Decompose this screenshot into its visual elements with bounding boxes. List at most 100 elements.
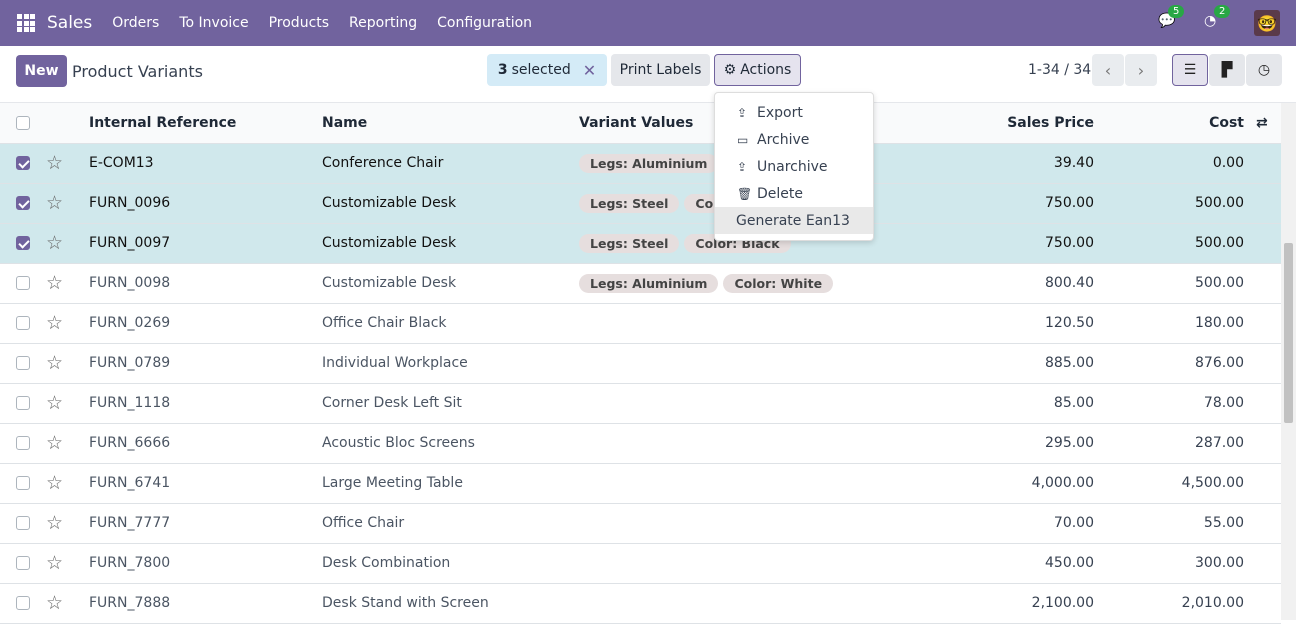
internal-reference: FURN_0789 xyxy=(89,343,322,384)
star-icon[interactable]: ☆ xyxy=(46,232,63,254)
star-icon[interactable]: ☆ xyxy=(46,432,63,454)
star-icon[interactable]: ☆ xyxy=(46,272,63,294)
row-checkbox[interactable] xyxy=(16,276,30,290)
star-icon[interactable]: ☆ xyxy=(46,312,63,334)
table-row[interactable]: ☆ FURN_0098 Customizable Desk Legs: Alum… xyxy=(0,263,1281,304)
col-cost[interactable]: Cost xyxy=(1094,103,1244,144)
menu-configuration[interactable]: Configuration xyxy=(437,15,532,31)
table-row[interactable]: ☆ FURN_0789 Individual Workplace 885.00 … xyxy=(0,343,1281,384)
action-delete[interactable]: 🗑 Delete xyxy=(715,180,873,207)
messages-badge: 5 xyxy=(1168,5,1185,18)
row-checkbox[interactable] xyxy=(16,476,30,490)
row-checkbox[interactable] xyxy=(16,516,30,530)
product-name: Customizable Desk xyxy=(322,263,579,304)
table-row[interactable]: ☆ FURN_7777 Office Chair 70.00 55.00 xyxy=(0,503,1281,544)
pager-prev-button[interactable]: ‹ xyxy=(1092,54,1124,86)
row-checkbox[interactable] xyxy=(16,196,30,210)
row-checkbox[interactable] xyxy=(16,236,30,250)
table-row[interactable]: ☆ FURN_6666 Acoustic Bloc Screens 295.00… xyxy=(0,423,1281,464)
action-archive[interactable]: ▭ Archive xyxy=(715,126,873,153)
activities-button[interactable]: ◔ 2 xyxy=(1204,5,1231,33)
col-sales-price[interactable]: Sales Price xyxy=(879,103,1094,144)
page-title: Product Variants xyxy=(72,62,203,81)
menu-orders[interactable]: Orders xyxy=(112,15,159,31)
app-menu-icon[interactable] xyxy=(17,14,35,32)
variant-tag: Legs: Steel xyxy=(579,233,680,253)
kanban-view-button[interactable]: ▛ xyxy=(1209,54,1245,86)
table-row[interactable]: ☆ FURN_0269 Office Chair Black 120.50 18… xyxy=(0,303,1281,344)
variant-values xyxy=(579,383,879,424)
star-icon[interactable]: ☆ xyxy=(46,152,63,174)
variant-values xyxy=(579,543,879,584)
clear-selection-icon[interactable]: ✕ xyxy=(583,61,596,80)
product-name: Corner Desk Left Sit xyxy=(322,383,579,424)
list-view-button[interactable]: ☰ xyxy=(1172,54,1208,86)
cost: 287.00 xyxy=(1094,423,1244,464)
table-row[interactable]: ☆ FURN_1118 Corner Desk Left Sit 85.00 7… xyxy=(0,383,1281,424)
activity-view-button[interactable]: ◷ xyxy=(1246,54,1282,86)
menu-products[interactable]: Products xyxy=(269,15,329,31)
table-row[interactable]: ☆ FURN_0096 Customizable Desk Legs: Stee… xyxy=(0,183,1281,224)
row-checkbox[interactable] xyxy=(16,556,30,570)
star-icon[interactable]: ☆ xyxy=(46,352,63,374)
print-labels-button[interactable]: Print Labels xyxy=(611,54,710,86)
sales-price: 885.00 xyxy=(879,343,1094,384)
row-checkbox[interactable] xyxy=(16,596,30,610)
internal-reference: FURN_0098 xyxy=(89,263,322,304)
selection-badge: 3 selected ✕ xyxy=(487,54,607,86)
star-icon[interactable]: ☆ xyxy=(46,472,63,494)
scrollbar[interactable] xyxy=(1281,103,1296,620)
product-name: Desk Stand with Screen xyxy=(322,583,579,624)
star-icon[interactable]: ☆ xyxy=(46,192,63,214)
scrollbar-thumb[interactable] xyxy=(1284,243,1293,423)
user-avatar[interactable]: 🤓 xyxy=(1254,10,1280,36)
table-row[interactable]: ☆ FURN_0097 Customizable Desk Legs: Stee… xyxy=(0,223,1281,264)
cost: 78.00 xyxy=(1094,383,1244,424)
table-row[interactable]: ☆ FURN_7888 Desk Stand with Screen 2,100… xyxy=(0,583,1281,624)
pager-value[interactable]: 1-34 / 34 xyxy=(1028,62,1091,78)
product-name: Large Meeting Table xyxy=(322,463,579,504)
selected-count: 3 xyxy=(497,62,508,78)
app-name[interactable]: Sales xyxy=(47,13,92,33)
row-checkbox[interactable] xyxy=(16,156,30,170)
actions-button[interactable]: ⚙ Actions xyxy=(714,54,801,86)
action-label: Delete xyxy=(757,185,803,202)
product-name: Acoustic Bloc Screens xyxy=(322,423,579,464)
messages-button[interactable]: 💬 5 xyxy=(1158,5,1185,33)
action-generate-ean13[interactable]: Generate Ean13 xyxy=(715,207,873,234)
optional-columns-icon[interactable]: ⇄ xyxy=(1256,115,1268,131)
pager-next-button[interactable]: › xyxy=(1125,54,1157,86)
sales-price: 70.00 xyxy=(879,503,1094,544)
variant-values: Legs: Aluminium Color: White xyxy=(579,263,879,304)
new-button[interactable]: New xyxy=(16,55,67,87)
star-icon[interactable]: ☆ xyxy=(46,552,63,574)
sales-price: 295.00 xyxy=(879,423,1094,464)
variants-table: Internal Reference Name Variant Values S… xyxy=(0,103,1281,624)
action-export[interactable]: ⇪ Export xyxy=(715,99,873,126)
star-icon[interactable]: ☆ xyxy=(46,512,63,534)
internal-reference: FURN_6741 xyxy=(89,463,322,504)
sales-price: 750.00 xyxy=(879,183,1094,224)
action-label: Archive xyxy=(757,131,810,148)
star-icon[interactable]: ☆ xyxy=(46,392,63,414)
sales-price: 800.40 xyxy=(879,263,1094,304)
variant-tag: Color: White xyxy=(723,273,834,293)
action-unarchive[interactable]: ⇪ Unarchive xyxy=(715,153,873,180)
internal-reference: FURN_0096 xyxy=(89,183,322,224)
row-checkbox[interactable] xyxy=(16,356,30,370)
table-row[interactable]: ☆ FURN_7800 Desk Combination 450.00 300.… xyxy=(0,543,1281,584)
row-checkbox[interactable] xyxy=(16,436,30,450)
star-icon[interactable]: ☆ xyxy=(46,592,63,614)
menu-reporting[interactable]: Reporting xyxy=(349,15,417,31)
col-internal-reference[interactable]: Internal Reference xyxy=(89,103,322,144)
row-checkbox[interactable] xyxy=(16,396,30,410)
select-all-checkbox[interactable] xyxy=(16,115,30,130)
table-row[interactable]: ☆ E-COM13 Conference Chair Legs: Alumini… xyxy=(0,143,1281,184)
control-panel: New Product Variants 3 selected ✕ Print La… xyxy=(0,46,1296,103)
product-name: Office Chair xyxy=(322,503,579,544)
row-checkbox[interactable] xyxy=(16,316,30,330)
col-name[interactable]: Name xyxy=(322,103,579,144)
table-row[interactable]: ☆ FURN_6741 Large Meeting Table 4,000.00… xyxy=(0,463,1281,504)
menu-to-invoice[interactable]: To Invoice xyxy=(179,15,248,31)
product-name: Customizable Desk xyxy=(322,183,579,224)
